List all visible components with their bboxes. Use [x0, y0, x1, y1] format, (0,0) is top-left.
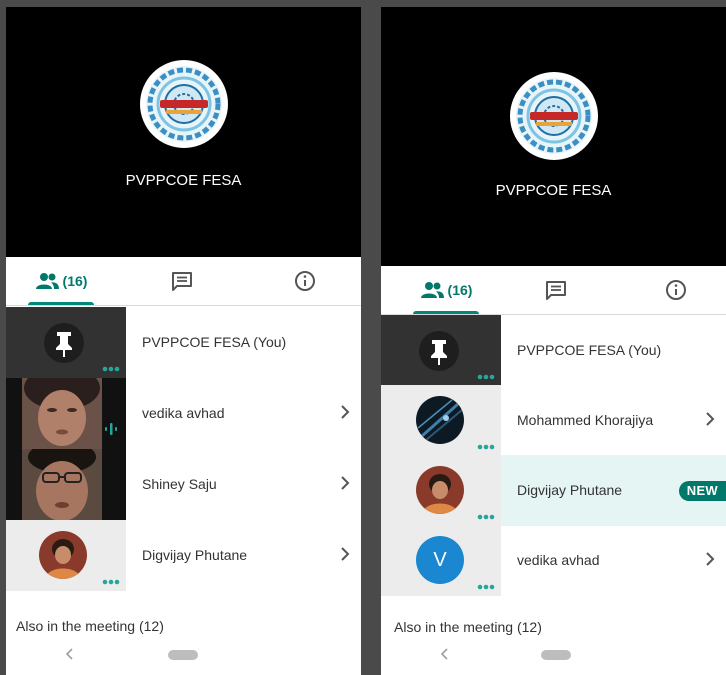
info-icon [295, 271, 315, 291]
people-icon [420, 282, 444, 298]
participant-row[interactable]: Digvijay Phutane [6, 520, 361, 591]
participant-video [22, 449, 102, 520]
participant-name: Digvijay Phutane [142, 547, 248, 563]
participant-tile [6, 520, 126, 591]
meeting-title: PVPPCOE FESA [125, 172, 242, 189]
avatar [39, 531, 87, 579]
nav-back-icon[interactable] [64, 647, 76, 661]
participant-name: PVPPCOE FESA (You) [517, 342, 662, 358]
meeting-logo [509, 72, 598, 160]
participant-row[interactable]: Mohammed Khorajiya [381, 385, 726, 456]
participant-row[interactable]: PVPPCOE FESA (You) [6, 307, 361, 378]
tab-bar: (16) [381, 266, 726, 315]
tab-people[interactable]: (16) [24, 257, 98, 305]
participant-row[interactable]: PVPPCOE FESA (You) [381, 315, 726, 386]
tab-people[interactable]: (16) [409, 266, 483, 314]
meeting-logo [139, 60, 228, 148]
nav-home-pill[interactable] [541, 650, 571, 660]
techaura-logo-icon [145, 66, 222, 142]
tab-info[interactable] [656, 266, 696, 314]
participant-tile [381, 315, 501, 386]
participant-tile [6, 307, 126, 378]
participant-name: vedika avhad [142, 405, 225, 421]
avatar-photo [39, 531, 87, 579]
info-icon [666, 280, 686, 300]
chevron-right-icon[interactable] [704, 411, 716, 427]
tab-active-indicator [28, 302, 94, 305]
meeting-title: PVPPCOE FESA [495, 182, 612, 199]
tab-chat[interactable] [528, 266, 584, 314]
meeting-header: PVPPCOE FESA [381, 7, 726, 266]
tab-info[interactable] [285, 257, 325, 305]
left-screen: PVPPCOE FESA (16) PVPPCOE FESA (You) ved… [6, 7, 361, 675]
chevron-right-icon[interactable] [339, 546, 351, 562]
participant-row[interactable]: Shiney Saju [6, 449, 361, 520]
tab-bar: (16) [6, 257, 361, 306]
participant-name: PVPPCOE FESA (You) [142, 334, 287, 350]
participant-name: Mohammed Khorajiya [517, 412, 654, 428]
participant-tile [381, 455, 501, 526]
system-nav-bar [6, 639, 361, 675]
audio-level-icon [105, 423, 117, 435]
avatar [416, 396, 464, 444]
participant-tile [6, 449, 126, 520]
participant-name: Shiney Saju [142, 476, 217, 492]
techaura-logo-icon [515, 78, 592, 154]
participant-tile [381, 385, 501, 456]
also-in-meeting-heading: Also in the meeting (12) [394, 619, 542, 635]
avatar-letter: V [416, 536, 464, 584]
more-dots-icon[interactable] [477, 584, 495, 590]
more-dots-icon[interactable] [102, 579, 120, 585]
chat-icon [172, 272, 192, 291]
nav-home-pill[interactable] [168, 650, 198, 660]
people-count: (16) [447, 282, 473, 298]
more-dots-icon[interactable] [477, 444, 495, 450]
tab-chat[interactable] [154, 257, 210, 305]
avatar [416, 466, 464, 514]
people-icon [35, 273, 59, 289]
more-dots-icon[interactable] [477, 514, 495, 520]
more-dots-icon[interactable] [102, 366, 120, 372]
avatar-photo [416, 396, 464, 444]
chevron-right-icon[interactable] [339, 404, 351, 420]
participant-tile [6, 378, 126, 449]
also-in-meeting-heading: Also in the meeting (12) [16, 618, 164, 634]
participant-tile: V [381, 525, 501, 596]
nav-back-icon[interactable] [439, 647, 451, 661]
meeting-header: PVPPCOE FESA [6, 7, 361, 257]
participant-video [22, 378, 102, 449]
participant-row[interactable]: Digvijay Phutane NEW [381, 455, 726, 526]
people-count: (16) [62, 273, 88, 289]
system-nav-bar [381, 639, 726, 675]
avatar-photo [416, 466, 464, 514]
new-badge: NEW [678, 481, 726, 501]
chevron-right-icon[interactable] [704, 551, 716, 567]
chat-icon [546, 281, 566, 300]
more-dots-icon[interactable] [477, 374, 495, 380]
tab-active-indicator [413, 311, 479, 314]
chevron-right-icon[interactable] [339, 475, 351, 491]
participant-row[interactable]: vedika avhad [6, 378, 361, 449]
participant-name: vedika avhad [517, 552, 600, 568]
participant-name: Digvijay Phutane [517, 482, 623, 498]
participant-row[interactable]: V vedika avhad [381, 525, 726, 596]
right-screen: PVPPCOE FESA (16) PVPPCOE FESA (You) Moh… [381, 7, 726, 675]
